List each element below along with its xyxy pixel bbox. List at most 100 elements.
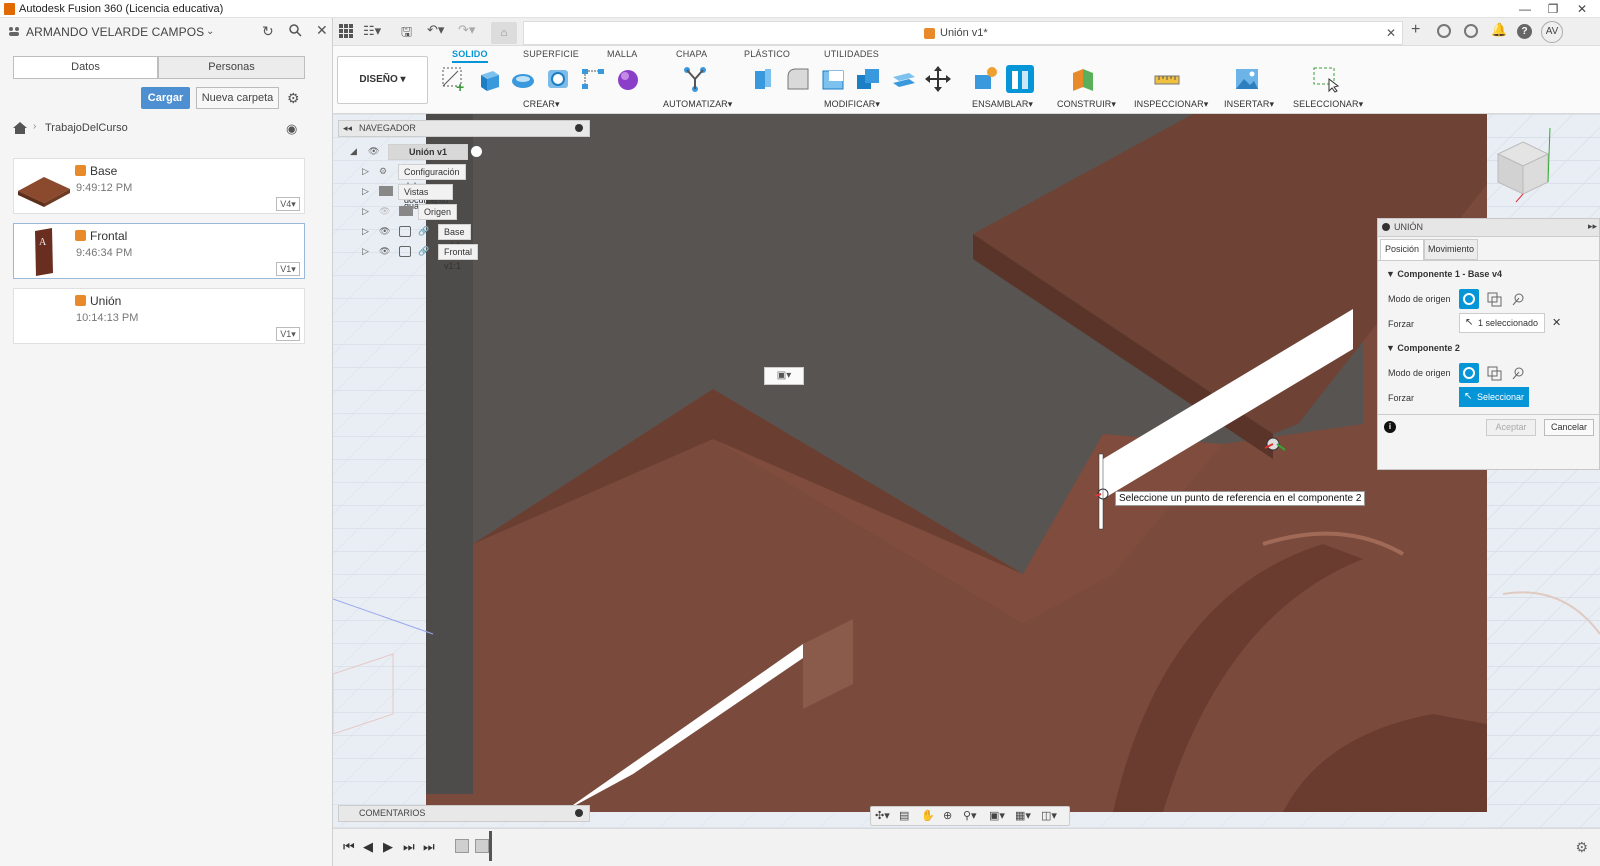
- dialog-pin-icon[interactable]: [1382, 223, 1390, 231]
- step-back-icon[interactable]: ◀: [363, 839, 373, 855]
- comp2-mode-simple-button[interactable]: [1459, 363, 1479, 383]
- version-dropdown[interactable]: V4▾: [276, 197, 300, 211]
- select-icon[interactable]: [1311, 65, 1340, 93]
- group-construir[interactable]: CONSTRUIR▾: [1057, 99, 1116, 110]
- group-insertar[interactable]: INSERTAR▾: [1224, 99, 1274, 110]
- activate-radio[interactable]: [470, 145, 483, 158]
- tree-label[interactable]: Configuración del documento: [398, 164, 466, 205]
- expand-triangle-icon[interactable]: ▷: [362, 223, 369, 240]
- viewports-icon[interactable]: ◫▾: [1041, 809, 1057, 822]
- app-grid-icon[interactable]: [339, 24, 353, 38]
- job-status-icon[interactable]: [1464, 24, 1478, 38]
- look-at-icon[interactable]: ▤: [899, 809, 909, 822]
- revolve-icon[interactable]: [509, 65, 537, 93]
- breadcrumb[interactable]: TrabajoDelCurso: [45, 122, 128, 134]
- tab-personas[interactable]: Personas: [158, 56, 305, 79]
- new-folder-button[interactable]: Nueva carpeta: [196, 87, 279, 109]
- chevron-down-icon[interactable]: ⌄: [206, 26, 214, 37]
- shell-icon[interactable]: [819, 65, 847, 93]
- form-icon[interactable]: [614, 65, 642, 93]
- version-dropdown[interactable]: V1▾: [276, 262, 300, 276]
- expand-triangle-icon[interactable]: ▷: [362, 203, 369, 220]
- cancel-button[interactable]: Cancelar: [1544, 419, 1594, 436]
- tree-label[interactable]: Frontal v1:1: [438, 244, 479, 271]
- tab-superficie[interactable]: SUPERFICIE: [523, 49, 579, 59]
- refresh-icon[interactable]: ↻: [262, 23, 274, 40]
- group-modificar[interactable]: MODIFICAR▾: [824, 99, 880, 110]
- construct-plane-icon[interactable]: [1069, 65, 1097, 93]
- orbit-icon[interactable]: ✣▾: [875, 809, 890, 822]
- go-to-end-icon[interactable]: ⏭: [423, 839, 435, 855]
- root-label[interactable]: Unión v1: [388, 144, 468, 160]
- file-card-base[interactable]: Base 9:49:12 PM V4▾: [13, 158, 305, 214]
- zoom-icon[interactable]: ⊕: [943, 809, 952, 822]
- component1-section[interactable]: ▼ Componente 1 - Base v4: [1386, 269, 1502, 279]
- pattern-icon[interactable]: [579, 65, 607, 93]
- save-icon[interactable]: 🖫: [401, 23, 412, 45]
- help-icon[interactable]: ?: [1517, 24, 1532, 39]
- press-pull-icon[interactable]: [749, 65, 777, 93]
- gear-icon[interactable]: ⚙: [287, 90, 300, 107]
- fit-icon[interactable]: ⚲▾: [963, 809, 977, 822]
- search-icon[interactable]: [289, 24, 302, 37]
- document-tab[interactable]: Unión v1* ✕: [523, 21, 1403, 45]
- navigator-header[interactable]: ◂◂ NAVEGADOR: [338, 120, 590, 137]
- comp1-snap-selection[interactable]: ↖ 1 seleccionado: [1459, 313, 1545, 333]
- file-card-frontal[interactable]: A Frontal 9:46:34 PM V1▾: [13, 223, 305, 279]
- version-dropdown[interactable]: V1▾: [276, 327, 300, 341]
- globe-icon[interactable]: ◉: [286, 121, 297, 137]
- user-avatar[interactable]: AV: [1541, 21, 1563, 43]
- visibility-icon[interactable]: 👁: [368, 143, 379, 160]
- expand-dialog-icon[interactable]: ▸▸: [1588, 221, 1597, 232]
- close-window-button[interactable]: ✕: [1567, 0, 1597, 18]
- measure-icon[interactable]: [1153, 65, 1181, 93]
- group-seleccionar[interactable]: SELECCIONAR▾: [1293, 99, 1363, 110]
- comments-header[interactable]: COMENTARIOS: [338, 805, 590, 822]
- timeline-feature-2[interactable]: [475, 839, 489, 853]
- pin-icon[interactable]: [575, 809, 583, 817]
- display-settings-dropdown[interactable]: ▣▾: [764, 367, 804, 385]
- pin-icon[interactable]: [575, 124, 583, 132]
- hidden-visibility-icon[interactable]: 👁: [379, 203, 390, 220]
- tab-plastico[interactable]: PLÁSTICO: [744, 49, 790, 59]
- tab-posicion[interactable]: Posición: [1380, 239, 1424, 260]
- restore-button[interactable]: ❐: [1538, 0, 1568, 18]
- group-crear[interactable]: CREAR▾: [523, 99, 560, 110]
- step-forward-icon[interactable]: ⏭: [403, 839, 415, 855]
- fillet-icon[interactable]: [784, 65, 812, 93]
- union-dialog-header[interactable]: UNIÓN ▸▸: [1378, 219, 1599, 237]
- home-icon[interactable]: [13, 122, 27, 134]
- timeline-settings-icon[interactable]: ⚙: [1575, 839, 1588, 856]
- group-inspeccionar[interactable]: INSPECCIONAR▾: [1134, 99, 1208, 110]
- file-card-union[interactable]: Unión 10:14:13 PM V1▾: [13, 288, 305, 344]
- comp1-mode-between-button[interactable]: [1484, 289, 1504, 309]
- go-to-start-icon[interactable]: ⏮: [343, 839, 355, 855]
- group-ensamblar[interactable]: ENSAMBLAR▾: [972, 99, 1033, 110]
- comp2-mode-between-button[interactable]: [1484, 363, 1504, 383]
- grid-settings-icon[interactable]: ▦▾: [1015, 809, 1031, 822]
- expand-triangle-icon[interactable]: ▷: [362, 183, 369, 200]
- notifications-icon[interactable]: 🔔: [1491, 22, 1507, 38]
- viewcube[interactable]: [1488, 124, 1558, 204]
- close-panel-icon[interactable]: ✕: [316, 22, 328, 39]
- close-tab-icon[interactable]: ✕: [1386, 26, 1396, 40]
- offset-face-icon[interactable]: [889, 65, 917, 93]
- tab-solido[interactable]: SOLIDO: [452, 49, 488, 63]
- user-name[interactable]: ARMANDO VELARDE CAMPOS: [26, 25, 204, 39]
- tree-label[interactable]: Vistas guardadas: [398, 184, 453, 211]
- move-icon[interactable]: [924, 65, 952, 93]
- visibility-icon[interactable]: 👁: [379, 243, 390, 260]
- file-menu-icon[interactable]: ☷▾: [363, 23, 381, 39]
- tab-datos[interactable]: Datos: [13, 56, 158, 79]
- clear-selection-icon[interactable]: ✕: [1552, 316, 1561, 329]
- insert-image-icon[interactable]: [1233, 65, 1261, 93]
- new-tab-icon[interactable]: +: [1411, 21, 1420, 39]
- minimize-button[interactable]: —: [1510, 0, 1540, 18]
- workspace-dropdown[interactable]: DISEÑO ▾: [337, 56, 428, 104]
- accept-button[interactable]: Aceptar: [1486, 419, 1536, 436]
- group-automatizar[interactable]: AUTOMATIZAR▾: [663, 99, 732, 110]
- tab-malla[interactable]: MALLA: [607, 49, 638, 59]
- pan-icon[interactable]: ✋: [921, 809, 935, 822]
- combine-icon[interactable]: [854, 65, 882, 93]
- redo-icon[interactable]: ↷▾: [458, 22, 475, 38]
